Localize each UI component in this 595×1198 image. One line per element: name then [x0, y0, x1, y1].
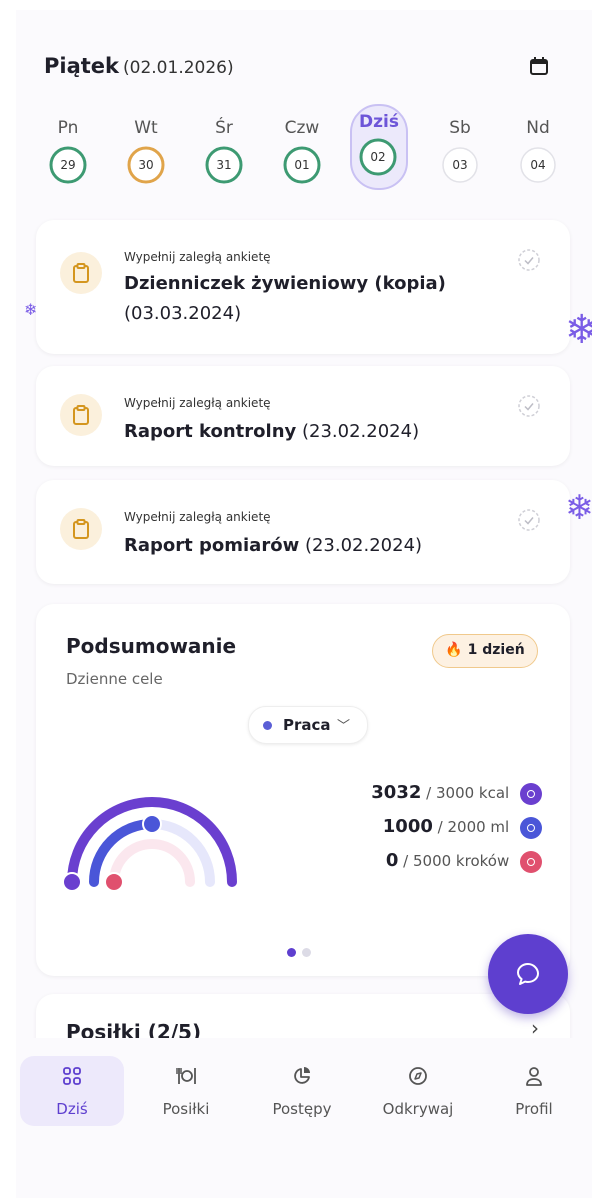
current-date: (02.01.2026) — [123, 58, 234, 78]
nav-label: Profil — [515, 1100, 553, 1118]
chevron-down-icon: ﹀ — [337, 719, 351, 734]
mode-select[interactable]: Praca ﹀ — [248, 706, 368, 744]
nav-label: Dziś — [56, 1100, 88, 1118]
check-circle-icon[interactable] — [517, 394, 541, 418]
streak-badge[interactable]: 🔥 1 dzień — [432, 634, 538, 668]
check-circle-icon[interactable] — [517, 508, 541, 532]
day-6[interactable]: Nd 04 — [510, 112, 566, 196]
chevron-right-icon: › — [531, 1016, 539, 1040]
chat-button[interactable] — [488, 934, 568, 1014]
nav-label: Postępy — [272, 1100, 332, 1118]
stat-steps: 0 / 5000 kroków — [386, 850, 542, 876]
summary-subtitle: Dzienne cele — [66, 670, 163, 688]
arc-marker — [64, 872, 82, 892]
day-name: Piątek — [44, 54, 120, 78]
survey-date: (03.03.2024) — [124, 303, 242, 324]
goal-arcs-chart — [64, 797, 237, 892]
day-number: 02 — [370, 150, 386, 164]
fire-icon: 🔥 — [445, 642, 463, 658]
clipboard-icon — [60, 508, 102, 550]
nav-today[interactable]: Dziś — [20, 1056, 124, 1126]
day-number: 03 — [452, 158, 468, 172]
stat-calories: 3032 / 3000 kcal — [371, 782, 542, 808]
snowflake-icon: ❄ — [565, 307, 592, 353]
day-label: Sb — [449, 118, 471, 138]
clipboard-icon — [60, 394, 102, 436]
summary-card: Podsumowanie Dzienne cele 🔥 1 dzień Prac… — [36, 604, 570, 976]
survey-subtitle: Wypełnij zaległą ankietę — [124, 396, 271, 410]
stat-target: / 5000 kroków — [403, 852, 510, 870]
nav-progress[interactable]: Postępy — [250, 1056, 354, 1126]
survey-card-2[interactable]: Wypełnij zaległą ankietę Raport kontroln… — [36, 366, 570, 466]
stat-target: / 2000 ml — [437, 818, 510, 836]
day-label: Dziś — [359, 112, 399, 132]
day-number: 01 — [294, 158, 310, 172]
day-number: 29 — [60, 158, 76, 172]
stat-value: 3032 — [371, 782, 422, 803]
nav-label: Posiłki — [162, 1100, 210, 1118]
day-number: 31 — [216, 158, 232, 172]
check-circle-icon[interactable] — [517, 248, 541, 272]
survey-date: (23.02.2024) — [304, 535, 423, 556]
stat-value: 1000 — [382, 816, 433, 837]
survey-title: Dzienniczek żywieniowy (kopia) — [124, 273, 446, 294]
day-today[interactable]: Dziś 02 — [350, 104, 408, 190]
page-title: Piątek (02.01.2026) — [44, 54, 234, 78]
calendar-icon[interactable] — [527, 54, 551, 78]
survey-title: Raport pomiarów — [124, 535, 300, 556]
day-5[interactable]: Sb 03 — [432, 112, 488, 196]
day-label: Wt — [134, 118, 158, 138]
day-number: 04 — [530, 158, 546, 172]
nav-label: Odkrywaj — [382, 1100, 454, 1118]
water-icon — [520, 816, 542, 839]
day-label: Pn — [57, 118, 79, 138]
mode-label: Praca — [283, 716, 331, 734]
day-label: Czw — [284, 118, 320, 138]
nav-profile[interactable]: Profil — [482, 1056, 586, 1126]
stat-target: / 3000 kcal — [426, 784, 510, 802]
cutlery-icon — [176, 1068, 196, 1084]
day-3[interactable]: Czw 01 — [274, 112, 330, 196]
survey-title: Raport kontrolny — [124, 421, 297, 442]
page-dot[interactable] — [302, 948, 311, 957]
survey-card-1[interactable]: Wypełnij zaległą ankietę Dzienniczek żyw… — [36, 220, 570, 354]
day-label: Śr — [215, 118, 233, 138]
day-2[interactable]: Śr 31 — [196, 112, 252, 196]
stat-water: 1000 / 2000 ml — [383, 816, 542, 842]
survey-card-3[interactable]: Wypełnij zaległą ankietę Raport pomiarów… — [36, 480, 570, 584]
day-label: Nd — [526, 118, 550, 138]
user-icon — [526, 1067, 542, 1086]
steps-icon — [520, 850, 542, 873]
snowflake-icon: ❄ — [24, 300, 38, 319]
compass-icon — [409, 1067, 427, 1085]
summary-title: Podsumowanie — [66, 634, 237, 658]
bottom-nav: Dziś Posiłki Postępy Odkrywaj Profil — [16, 1038, 592, 1198]
page-dot-active[interactable] — [287, 948, 296, 957]
arc-marker — [142, 814, 162, 834]
nav-discover[interactable]: Odkrywaj — [366, 1056, 470, 1126]
arc-track — [109, 839, 195, 887]
survey-subtitle: Wypełnij zaległą ankietę — [124, 510, 271, 524]
calories-icon — [520, 782, 542, 805]
mode-dot — [263, 721, 272, 730]
page-dots[interactable] — [287, 942, 317, 961]
nav-meals[interactable]: Posiłki — [134, 1056, 238, 1126]
day-number: 30 — [138, 158, 154, 172]
stat-value: 0 — [385, 850, 399, 871]
week-strip: Pn 29 Wt 30 Śr 31 Czw 01 Dziś 02 Sb 03 N… — [40, 104, 572, 196]
snowflake-icon: ❄ — [565, 488, 592, 528]
day-0[interactable]: Pn 29 — [40, 112, 96, 196]
chat-bubble-icon — [517, 963, 539, 985]
day-1[interactable]: Wt 30 — [118, 112, 174, 196]
streak-label: 1 dzień — [467, 642, 525, 658]
survey-subtitle: Wypełnij zaległą ankietę — [124, 250, 271, 264]
arc-marker — [104, 872, 124, 892]
app-screen: Piątek (02.01.2026) Pn 29 Wt 30 Śr 31 Czw… — [16, 10, 592, 1198]
grid-icon — [63, 1067, 81, 1085]
clipboard-icon — [60, 252, 102, 294]
pie-chart-icon — [294, 1067, 310, 1084]
survey-date: (23.02.2024) — [301, 421, 420, 442]
